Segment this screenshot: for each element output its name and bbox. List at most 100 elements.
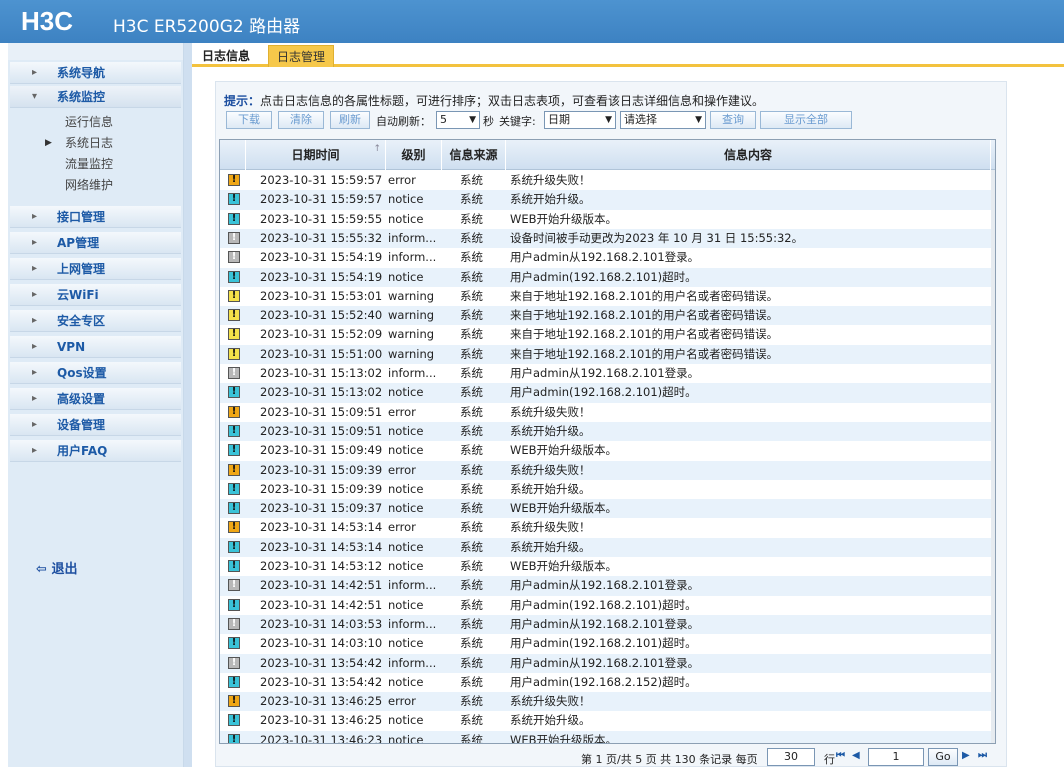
cell-level: inform... — [388, 616, 437, 631]
sidebar-item-0[interactable]: ▸ 接口管理 — [10, 206, 181, 228]
col-header-content[interactable]: 信息内容 — [506, 140, 991, 170]
cell-content: 用户admin(192.168.2.101)超时。 — [510, 269, 697, 284]
cell-datetime: 2023-10-31 15:09:39 — [260, 481, 383, 496]
sidebar-item-6[interactable]: ▸ Qos设置 — [10, 362, 181, 384]
col-header-level[interactable]: 级别 — [386, 140, 442, 170]
table-row[interactable]: ! 2023-10-31 14:53:14 error 系统 系统升级失败！ — [220, 518, 995, 537]
cell-source: 系统 — [460, 694, 483, 709]
table-row[interactable]: ! 2023-10-31 15:09:51 notice 系统 系统开始升级。 — [220, 421, 995, 442]
info-level-icon: ! — [228, 367, 240, 379]
sidebar-item-system-monitor[interactable]: ▾ 系统监控 — [10, 86, 181, 108]
tab-log-manage[interactable]: 日志管理 — [268, 45, 335, 67]
table-row[interactable]: ! 2023-10-31 15:13:02 notice 系统 用户admin(192.… — [220, 383, 995, 403]
cell-source: 系统 — [460, 404, 483, 419]
download-button[interactable]: 下载 — [226, 111, 272, 129]
go-button[interactable]: Go — [928, 748, 958, 766]
table-row[interactable]: ! 2023-10-31 15:53:01 warning 系统 来自于地址192.16… — [220, 287, 995, 306]
cell-level: notice — [388, 481, 424, 496]
table-row[interactable]: ! 2023-10-31 14:53:14 notice 系统 系统开始升级。 — [220, 537, 995, 557]
sidebar-subitem-system-log[interactable]: ▶ 系统日志 — [8, 133, 183, 154]
cell-source: 系统 — [460, 539, 483, 554]
table-row[interactable]: ! 2023-10-31 15:09:37 notice 系统 WEB开始升级版本。 — [220, 499, 995, 519]
table-row[interactable]: ! 2023-10-31 15:13:02 inform... 系统 用户admin从1… — [220, 364, 995, 383]
keyword-field-select[interactable]: 日期 ▼ — [544, 111, 616, 129]
cell-source: 系统 — [460, 732, 483, 744]
sidebar-item-7[interactable]: ▸ 高级设置 — [10, 388, 181, 410]
table-row[interactable]: ! 2023-10-31 14:03:53 inform... 系统 用户admin从1… — [220, 614, 995, 635]
per-page-input[interactable]: 30 — [767, 748, 815, 766]
sidebar-item-system-nav[interactable]: ▸ 系统导航 — [10, 62, 181, 84]
table-row[interactable]: ! 2023-10-31 15:59:57 error 系统 系统升级失败！ — [220, 171, 995, 190]
sidebar-item-4[interactable]: ▸ 安全专区 — [10, 310, 181, 332]
sidebar-subitem-network[interactable]: 网络维护 — [8, 175, 183, 196]
last-page-icon[interactable]: ⏭ — [978, 750, 987, 761]
table-row[interactable]: ! 2023-10-31 15:52:40 warning 系统 来自于地址192.16… — [220, 306, 995, 326]
page-title: H3C ER5200G2 路由器 — [113, 17, 301, 37]
table-row[interactable]: ! 2023-10-31 15:09:39 error 系统 系统升级失败！ — [220, 460, 995, 480]
cell-level: inform... — [388, 366, 437, 380]
cell-source: 系统 — [460, 674, 483, 689]
table-row[interactable]: ! 2023-10-31 14:42:51 inform... 系统 用户admin从1… — [220, 576, 995, 596]
cell-source: 系统 — [460, 443, 483, 458]
sidebar-subitem-traffic[interactable]: 流量监控 — [8, 154, 183, 175]
sidebar-item-1[interactable]: ▸ AP管理 — [10, 232, 181, 254]
table-row[interactable]: ! 2023-10-31 15:51:00 warning 系统 来自于地址192.16… — [220, 344, 995, 364]
cell-source: 系统 — [460, 559, 483, 573]
sidebar-item-2[interactable]: ▸ 上网管理 — [10, 258, 181, 280]
notice-level-icon: ! — [228, 560, 240, 572]
refresh-button[interactable]: 刷新 — [330, 111, 370, 129]
notice-level-icon: ! — [228, 733, 240, 743]
cell-datetime: 2023-10-31 14:53:14 — [260, 539, 383, 554]
chevron-down-icon: ▾ — [32, 91, 38, 102]
table-row[interactable]: ! 2023-10-31 13:46:23 notice 系统 WEB开始升级版本。 — [220, 730, 995, 744]
logout-button[interactable]: ⇦ 退出 — [36, 558, 77, 577]
first-page-icon[interactable]: ⏮ — [836, 750, 845, 761]
cell-level: notice — [388, 674, 424, 689]
prev-page-icon[interactable]: ◀ — [852, 750, 860, 761]
clear-button[interactable]: 清除 — [278, 111, 324, 129]
scrollbar[interactable] — [991, 170, 995, 743]
tab-log-info[interactable]: 日志信息 — [194, 45, 258, 67]
page-input[interactable]: 1 — [868, 748, 924, 766]
table-row[interactable]: ! 2023-10-31 15:52:09 warning 系统 来自于地址192.16… — [220, 325, 995, 344]
sidebar-subitem-run-info[interactable]: 运行信息 — [8, 112, 183, 133]
table-row[interactable]: ! 2023-10-31 14:42:51 notice 系统 用户admin(192.… — [220, 596, 995, 615]
table-row[interactable]: ! 2023-10-31 15:54:19 notice 系统 用户admin(192.… — [220, 267, 995, 287]
table-row[interactable]: ! 2023-10-31 14:03:10 notice 系统 用户admin(192.… — [220, 634, 995, 653]
cell-level: notice — [388, 423, 424, 438]
table-row[interactable]: ! 2023-10-31 13:46:25 error 系统 系统升级失败！ — [220, 692, 995, 712]
table-row[interactable]: ! 2023-10-31 15:09:39 notice 系统 系统开始升级。 — [220, 480, 995, 499]
cell-content: 用户admin从192.168.2.101登录。 — [510, 250, 700, 265]
keyword-value-select[interactable]: 请选择 ▼ — [620, 111, 706, 129]
table-row[interactable]: ! 2023-10-31 13:46:25 notice 系统 系统开始升级。 — [220, 711, 995, 730]
current-marker-icon: ▶ — [45, 138, 52, 148]
table-row[interactable]: ! 2023-10-31 14:53:12 notice 系统 WEB开始升级版本。 — [220, 557, 995, 576]
table-row[interactable]: ! 2023-10-31 15:55:32 inform... 系统 设备时间被手动更改… — [220, 228, 995, 249]
next-page-icon[interactable]: ▶ — [962, 750, 970, 761]
table-row[interactable]: ! 2023-10-31 13:54:42 notice 系统 用户admin(192.… — [220, 673, 995, 692]
cell-content: 系统升级失败！ — [510, 404, 591, 419]
table-row[interactable]: ! 2023-10-31 13:54:42 inform... 系统 用户admin从1… — [220, 653, 995, 673]
col-header-source[interactable]: 信息来源 — [442, 140, 506, 170]
table-row[interactable]: ! 2023-10-31 15:09:51 error 系统 系统升级失败！ — [220, 403, 995, 422]
sidebar-item-8[interactable]: ▸ 设备管理 — [10, 414, 181, 436]
chevron-right-icon: ▸ — [32, 393, 38, 404]
query-button[interactable]: 查询 — [710, 111, 756, 129]
table-row[interactable]: ! 2023-10-31 15:54:19 inform... 系统 用户admin从1… — [220, 248, 995, 267]
cell-level: error — [388, 173, 416, 187]
sidebar-item-9[interactable]: ▸ 用户FAQ — [10, 440, 181, 462]
cell-content: 用户admin从192.168.2.101登录。 — [510, 578, 700, 593]
cell-datetime: 2023-10-31 15:13:02 — [260, 385, 383, 400]
table-row[interactable]: ! 2023-10-31 15:59:55 notice 系统 WEB开始升级版本。 — [220, 210, 995, 229]
notice-level-icon: ! — [228, 444, 240, 457]
table-row[interactable]: ! 2023-10-31 15:59:57 notice 系统 系统开始升级。 — [220, 190, 995, 210]
chevron-right-icon: ▸ — [32, 211, 38, 222]
sidebar-item-3[interactable]: ▸ 云WiFi — [10, 284, 181, 306]
cell-datetime: 2023-10-31 13:46:25 — [260, 694, 383, 709]
show-all-button[interactable]: 显示全部 — [760, 111, 852, 129]
sidebar-item-5[interactable]: ▸ VPN — [10, 336, 181, 358]
cell-content: WEB开始升级版本。 — [510, 501, 618, 516]
col-header-datetime[interactable]: 日期时间 ↑ — [246, 140, 386, 170]
table-row[interactable]: ! 2023-10-31 15:09:49 notice 系统 WEB开始升级版本。 — [220, 441, 995, 460]
auto-refresh-select[interactable]: 5 ▼ — [436, 111, 480, 129]
